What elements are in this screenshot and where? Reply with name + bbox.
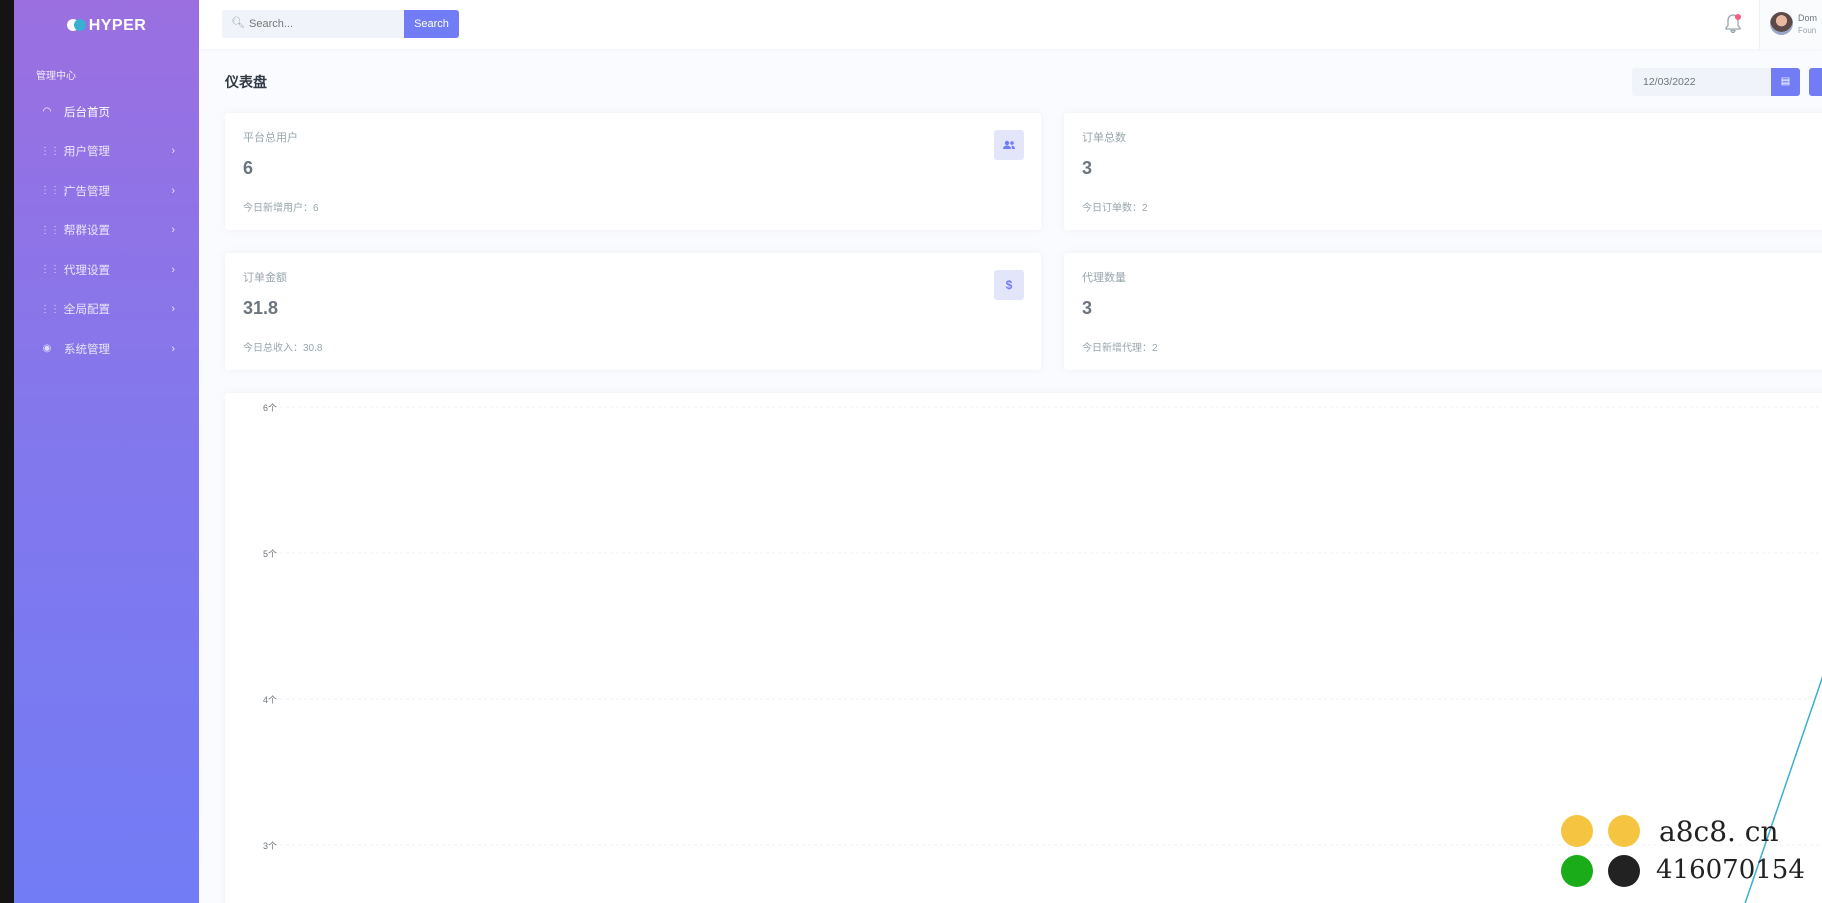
chevron-right-icon: ›: [171, 224, 175, 237]
stat-subtext: 今日新增代理：2: [1082, 343, 1158, 354]
chevron-right-icon: ›: [171, 184, 175, 197]
dashboard-icon: ◠: [42, 106, 52, 118]
qq-icon: [1608, 855, 1640, 887]
stat-value: 31.8: [243, 298, 279, 318]
sidebar-item-label: 后台首页: [64, 106, 110, 119]
grid-icon: ⋮⋮⋮: [40, 224, 70, 236]
grid-icon: ⋮⋮⋮: [40, 264, 70, 276]
dollar-icon: $: [994, 270, 1024, 300]
sidebar-item-dashboard[interactable]: ◠ 后台首页: [14, 92, 199, 132]
users-icon: [994, 130, 1024, 160]
stat-value: 6: [243, 158, 254, 178]
wechat-icon: [1561, 855, 1593, 887]
stat-card-total-users: 平台总用户 6 今日新增用户：6: [225, 113, 1041, 230]
notification-badge: [1735, 14, 1741, 20]
sidebar-item-system[interactable]: ◉ 系统管理 ›: [14, 329, 199, 369]
page-title: 仪表盘: [225, 74, 267, 90]
logo-text: HYPER: [88, 17, 147, 34]
date-picker-input[interactable]: [1632, 68, 1771, 96]
sidebar-item-users[interactable]: ⋮⋮⋮ 用户管理 ›: [14, 132, 199, 172]
grid-icon: ⋮⋮⋮: [40, 145, 70, 157]
sidebar-item-label: 用户管理: [64, 146, 110, 159]
sidebar-item-label: 全局配置: [64, 304, 110, 317]
users-glyph: [1003, 140, 1015, 149]
y-tick-label: 5个: [263, 549, 277, 559]
stat-label: 订单金额: [243, 272, 287, 284]
notification-bell-icon[interactable]: [1723, 12, 1743, 36]
user-role: Foun: [1798, 26, 1817, 35]
grid-icon: ⋮⋮⋮: [40, 185, 70, 197]
sidebar-item-agents[interactable]: ⋮⋮⋮ 代理设置 ›: [14, 250, 199, 290]
grid-icon: ⋮⋮⋮: [40, 303, 70, 315]
watermark-logo-icon: [1561, 815, 1593, 847]
user-menu[interactable]: Dom Foun: [1759, 0, 1822, 49]
stat-label: 平台总用户: [243, 132, 298, 144]
search-icon: 🔍︎: [231, 17, 245, 29]
calendar-icon: ▤: [1780, 76, 1791, 87]
sidebar-item-label: 代理设置: [64, 264, 110, 277]
y-tick-label: 4个: [263, 695, 277, 705]
stat-card-agent-count: 代理数量 3 今日新增代理：2: [1064, 253, 1822, 370]
logo[interactable]: HYPER: [14, 17, 199, 35]
stat-subtext: 今日总收入：30.8: [243, 343, 323, 354]
sidebar-item-global-config[interactable]: ⋮⋮⋮ 全局配置 ›: [14, 290, 199, 330]
sidebar: HYPER 管理中心 ◠ 后台首页 ⋮⋮⋮ 用户管理 › ⋮⋮⋮ 广告管理 › …: [14, 0, 199, 903]
search-box: 🔍︎: [222, 10, 404, 38]
search-button[interactable]: Search: [404, 10, 459, 38]
stat-label: 代理数量: [1082, 272, 1126, 284]
search-input[interactable]: [249, 10, 399, 38]
refresh-button[interactable]: [1809, 68, 1822, 96]
sidebar-item-ads[interactable]: ⋮⋮⋮ 广告管理 ›: [14, 171, 199, 211]
sidebar-item-label: 帮群设置: [64, 225, 110, 238]
avatar: [1770, 12, 1793, 35]
sidebar-menu: ◠ 后台首页 ⋮⋮⋮ 用户管理 › ⋮⋮⋮ 广告管理 › ⋮⋮⋮ 帮群设置 › …: [14, 92, 199, 369]
sidebar-item-label: 系统管理: [64, 343, 110, 356]
stat-card-order-amount: 订单金额 31.8 今日总收入：30.8 $: [225, 253, 1041, 370]
sidebar-item-groups[interactable]: ⋮⋮⋮ 帮群设置 ›: [14, 211, 199, 251]
calendar-button[interactable]: ▤: [1771, 68, 1800, 96]
watermark-mascot-icon: [1608, 815, 1640, 847]
watermark-site: a8c8. cn: [1659, 815, 1779, 848]
chevron-right-icon: ›: [171, 145, 175, 158]
y-tick-label: 3个: [263, 841, 277, 851]
logo-icon: [66, 19, 87, 31]
stat-label: 订单总数: [1082, 132, 1126, 144]
stat-value: 3: [1082, 158, 1093, 178]
main-content: 🔍︎ Search Dom Foun 仪表盘 ▤ 平台总用户 6 今日新增用户：…: [199, 0, 1822, 903]
stat-subtext: 今日新增用户：6: [243, 203, 319, 214]
map-pin-icon: ◉: [42, 343, 52, 355]
stat-card-total-orders: 订单总数 3 今日订单数：2: [1064, 113, 1822, 230]
window-edge: [0, 0, 14, 903]
chevron-right-icon: ›: [171, 303, 175, 316]
y-tick-label: 6个: [263, 403, 277, 413]
menu-section-title: 管理中心: [36, 71, 76, 82]
watermark-qq-number: 416070154: [1656, 855, 1805, 885]
sidebar-item-label: 广告管理: [64, 185, 110, 198]
topbar: 🔍︎ Search Dom Foun: [199, 0, 1822, 49]
user-name: Dom: [1798, 13, 1818, 23]
stat-subtext: 今日订单数：2: [1082, 203, 1148, 214]
chevron-right-icon: ›: [171, 342, 175, 355]
stat-value: 3: [1082, 298, 1093, 318]
chevron-right-icon: ›: [171, 263, 175, 276]
